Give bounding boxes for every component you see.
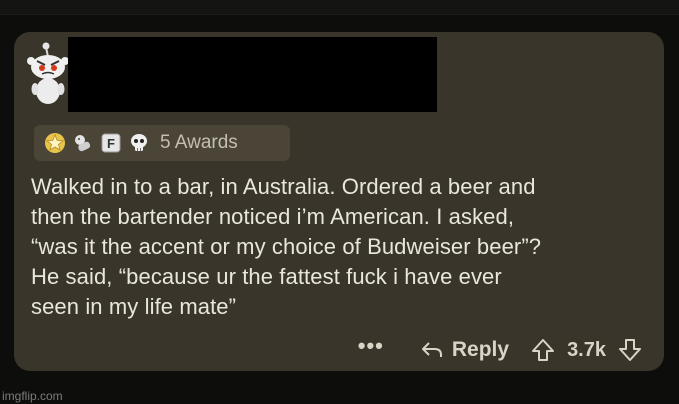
comment-card: F 5 Awards Walked in to a bar, in Austra… — [14, 32, 664, 371]
awards-bar[interactable]: F 5 Awards — [34, 125, 290, 161]
comment-line: Walked in to a bar, in Australia. Ordere… — [31, 174, 536, 199]
comment-line: then the bartender noticed i’m American.… — [31, 204, 515, 229]
f-key-icon: F — [101, 133, 121, 153]
comment-line: He said, “because ur the fattest fuck i … — [31, 264, 502, 289]
downvote-icon[interactable] — [618, 338, 642, 362]
comment-actions: ••• Reply 3.7k — [358, 334, 642, 366]
watermark: imgflip.com — [2, 389, 63, 403]
svg-text:F: F — [107, 136, 115, 151]
comment-line: “was it the accent or my choice of Budwe… — [31, 234, 542, 259]
reply-arrow-icon — [421, 342, 442, 357]
more-options-button[interactable]: ••• — [358, 335, 384, 365]
skull-icon — [131, 134, 147, 151]
comment-line: seen in my life mate” — [31, 294, 237, 319]
upvote-icon[interactable] — [531, 338, 555, 362]
comment-text: Walked in to a bar, in Australia. Ordere… — [31, 172, 651, 322]
vote-score: 3.7k — [567, 338, 606, 361]
reply-button[interactable]: Reply — [420, 338, 509, 362]
avatar[interactable] — [22, 41, 74, 107]
redacted-username — [68, 37, 437, 112]
wholesome-icon — [75, 135, 91, 152]
awards-count-label: 5 Awards — [160, 132, 238, 153]
top-bar — [0, 0, 679, 15]
star-badge-icon — [45, 133, 65, 153]
vote-group: 3.7k — [531, 338, 642, 362]
reply-label: Reply — [451, 338, 510, 361]
